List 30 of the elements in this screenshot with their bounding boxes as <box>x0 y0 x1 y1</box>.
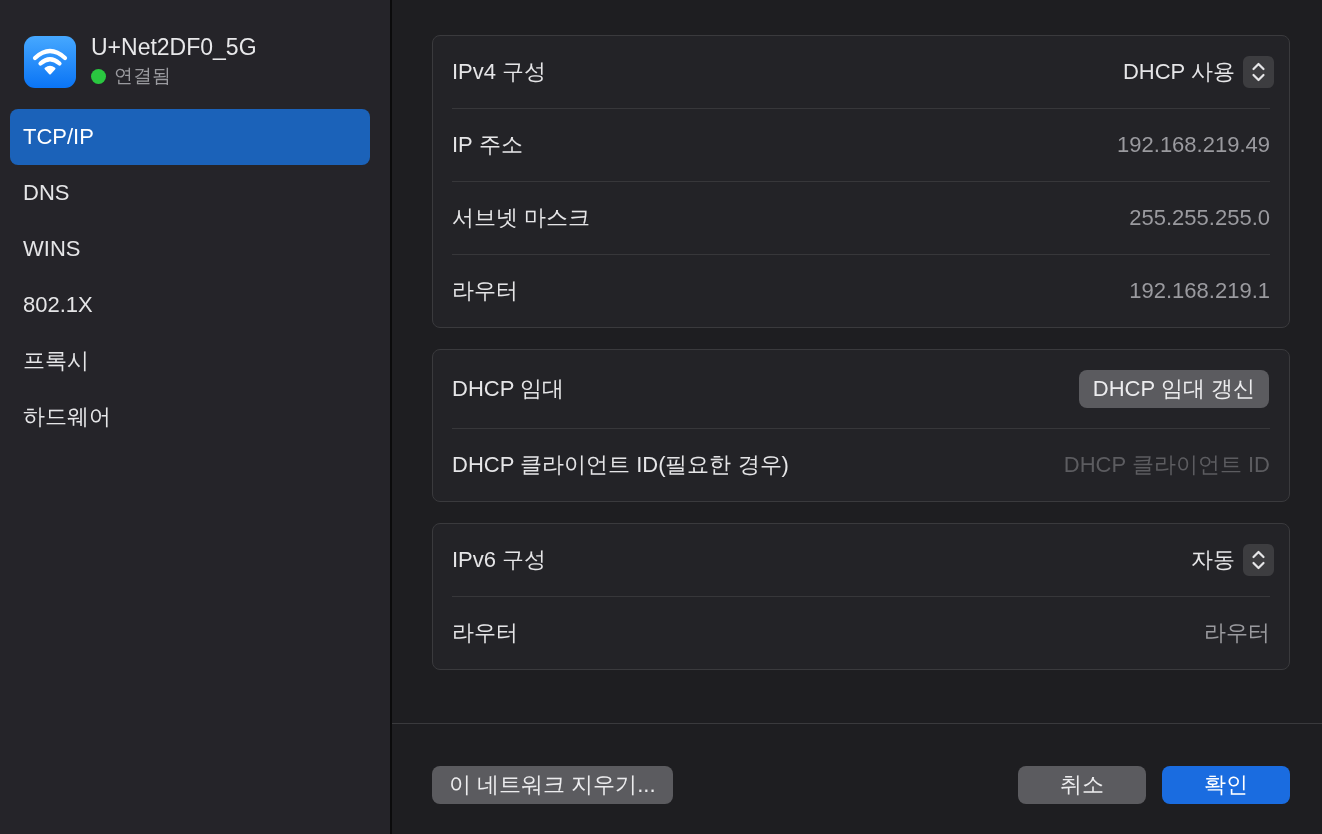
chevron-up-down-icon <box>1243 544 1274 576</box>
row-label: IP 주소 <box>452 131 523 159</box>
cancel-button[interactable]: 취소 <box>1018 766 1146 804</box>
delete-network-button[interactable]: 이 네트워크 지우기... <box>432 766 673 804</box>
row-label: IPv4 구성 <box>452 58 547 86</box>
row-value: 255.255.255.0 <box>1129 205 1270 231</box>
row-label: DHCP 클라이언트 ID(필요한 경우) <box>452 451 789 479</box>
network-name: U+Net2DF0_5G <box>91 33 257 61</box>
renew-lease-button[interactable]: DHCP 임대 갱신 <box>1078 370 1269 408</box>
sidebar-item[interactable]: 프록시 <box>10 333 370 389</box>
row-label: DHCP 임대 <box>452 375 565 403</box>
row-value: 192.168.219.49 <box>1117 132 1270 158</box>
row-label: IPv6 구성 <box>452 546 547 574</box>
popup-button[interactable]: DHCP 사용 <box>1122 56 1274 88</box>
confirm-button[interactable]: 확인 <box>1162 766 1290 804</box>
row-value: 라우터 <box>1204 619 1270 647</box>
sidebar-item[interactable]: 802.1X <box>10 277 370 333</box>
wifi-icon <box>24 36 76 88</box>
sidebar-item[interactable]: 하드웨어 <box>10 389 370 445</box>
row-value: 192.168.219.1 <box>1129 278 1270 304</box>
chevron-up-down-icon <box>1243 56 1274 88</box>
sidebar-item[interactable]: DNS <box>10 165 370 221</box>
popup-button[interactable]: 자동 <box>1191 544 1274 576</box>
connection-status: 연결됨 <box>114 65 171 87</box>
row-label: 라우터 <box>452 277 518 305</box>
sidebar-item[interactable]: WINS <box>10 221 370 277</box>
sidebar-item[interactable]: TCP/IP <box>10 109 370 165</box>
row-label: 서브넷 마스크 <box>452 204 591 232</box>
client-id-field[interactable]: DHCP 클라이언트 ID <box>970 452 1270 478</box>
row-label: 라우터 <box>452 619 518 647</box>
